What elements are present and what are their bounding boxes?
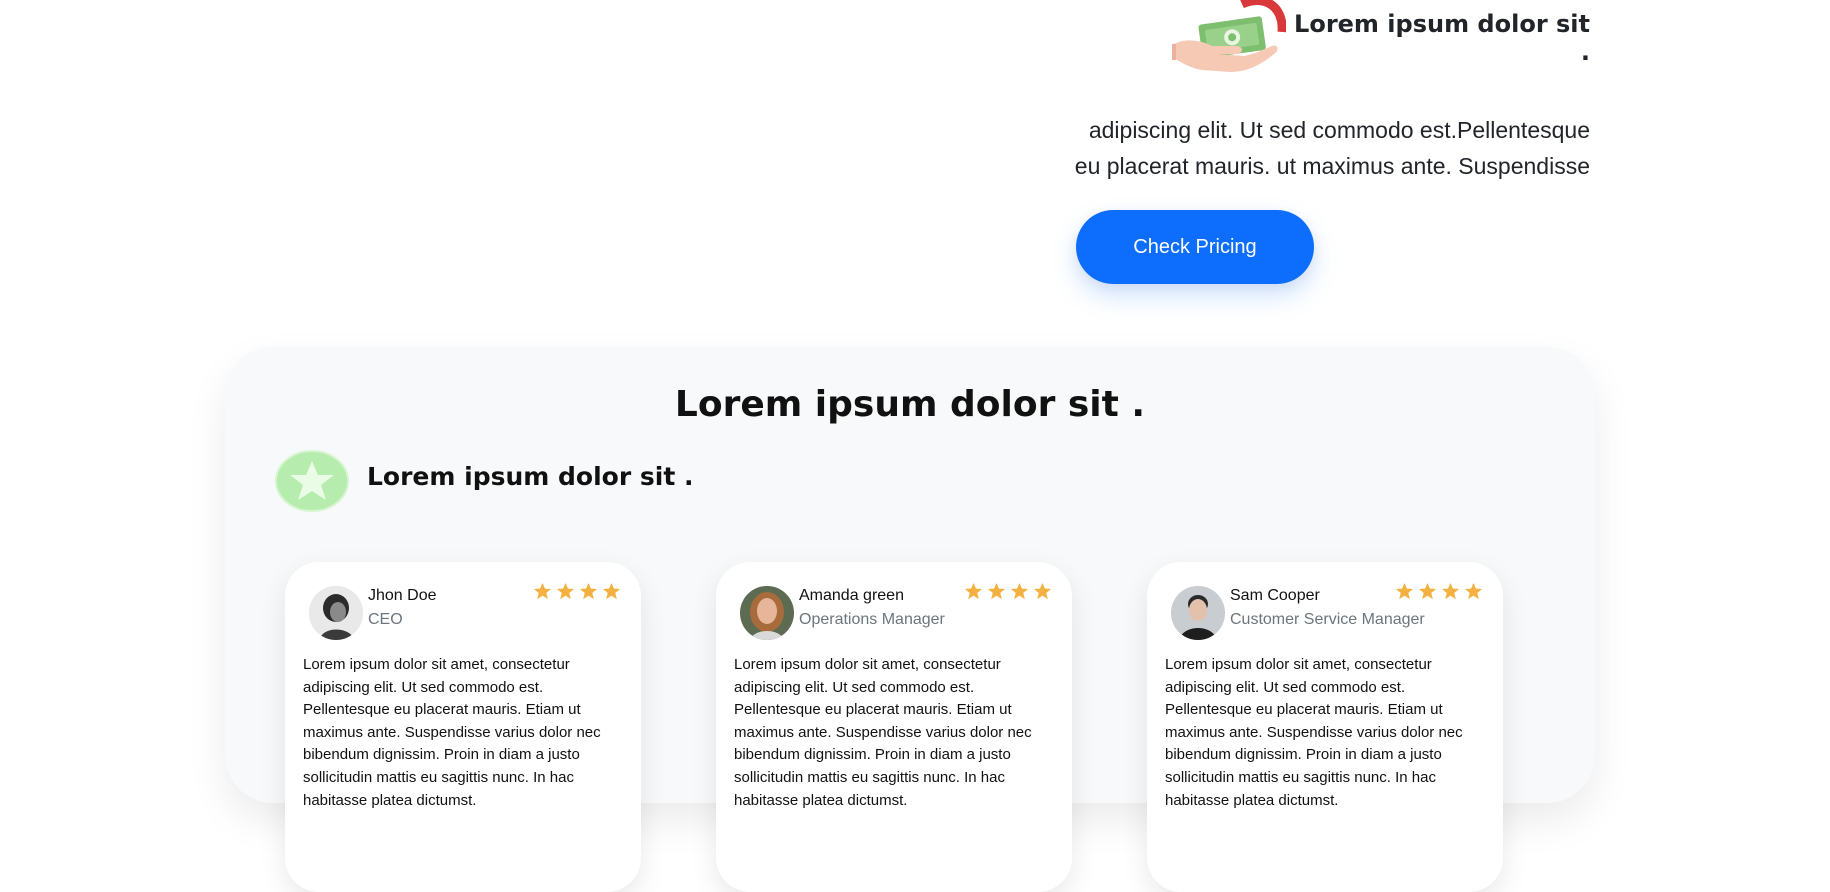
star-icon [556,582,575,600]
feature-description-line: adipiscing elit. Ut sed commodo est.Pell… [1088,117,1590,143]
testimonial-card: Sam Cooper Customer Service Manager Lore… [1147,562,1503,892]
feature-heading: Lorem ipsum dolor sit . [1294,10,1590,66]
rating-stars [1395,582,1483,601]
star-icon [1033,582,1052,600]
star-icon [1441,582,1460,600]
star-icon [1464,582,1483,600]
star-icon [1395,582,1414,600]
star-icon [987,582,1006,600]
feature-description-line: eu placerat mauris. ut maximus ante. Sus… [1074,153,1590,179]
reviewer-name: Amanda green [799,587,904,604]
star-icon [533,582,552,600]
star-icon [602,582,621,600]
check-pricing-button[interactable]: Check Pricing [1076,210,1314,284]
testimonials-subtitle: Lorem ipsum dolor sit . [367,462,694,491]
star-badge-icon [275,450,349,512]
star-icon [964,582,983,600]
testimonial-text: Lorem ipsum dolor sit amet, consectetur … [734,656,1032,809]
star-icon [1418,582,1437,600]
testimonial-text: Lorem ipsum dolor sit amet, consectetur … [303,656,601,809]
star-icon [579,582,598,600]
rating-stars [533,582,621,601]
reviewer-role: CEO [368,611,403,628]
reviewer-name: Sam Cooper [1230,587,1320,604]
testimonial-text: Lorem ipsum dolor sit amet, consectetur … [1165,656,1463,809]
testimonial-card: Amanda green Operations Manager Lorem ip… [716,562,1072,892]
avatar [309,586,363,640]
feature-description: adipiscing elit. Ut sed commodo est.Pell… [1020,112,1590,184]
reviewer-role: Operations Manager [799,611,945,628]
testimonials-title: Lorem ipsum dolor sit . [674,384,1146,425]
testimonial-card: Jhon Doe CEO Lorem ipsum dolor sit amet,… [285,562,641,892]
reviewer-role: Customer Service Manager [1230,611,1425,628]
avatar [1171,586,1225,640]
avatar [740,586,794,640]
reviewer-name: Jhon Doe [368,587,437,604]
rating-stars [964,582,1052,601]
star-icon [1010,582,1029,600]
money-hand-icon [1172,0,1287,74]
